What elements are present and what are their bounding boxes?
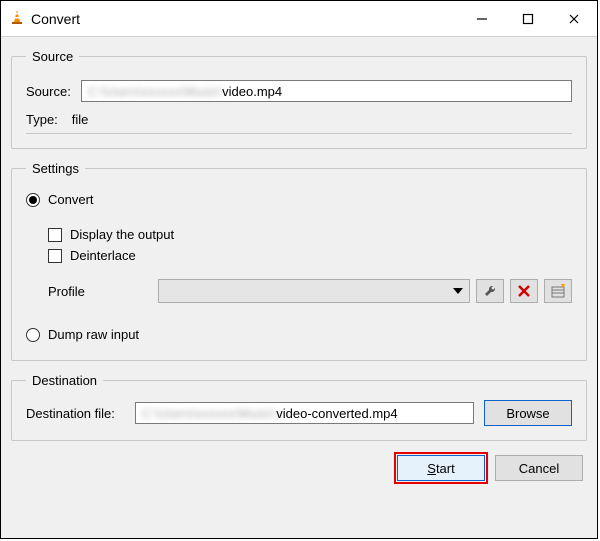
settings-group: Settings Convert Display the output Dein… [11,161,587,361]
browse-button[interactable]: Browse [484,400,572,426]
edit-profile-button[interactable] [476,279,504,303]
deinterlace-label: Deinterlace [70,248,136,263]
checkbox-icon [48,228,62,242]
source-group: Source Source: C:\Users\xxxxxx\Music\ vi… [11,49,587,149]
destination-input[interactable]: C:\Users\xxxxxx\Music\ video-converted.m… [135,402,474,424]
source-legend: Source [26,49,79,64]
display-output-checkbox[interactable]: Display the output [48,227,572,242]
source-label: Source: [26,84,71,99]
cancel-button[interactable]: Cancel [495,455,583,481]
profile-combobox[interactable] [158,279,470,303]
convert-dialog: Convert Source Source: C:\Users\xxxxxx\M… [0,0,598,539]
maximize-button[interactable] [505,1,551,37]
type-value: file [72,112,89,127]
checkbox-icon [48,249,62,263]
convert-radio-label: Convert [48,192,94,207]
source-path-masked: C:\Users\xxxxxx\Music\ [88,84,222,99]
convert-radio[interactable]: Convert [26,192,572,207]
display-output-label: Display the output [70,227,174,242]
titlebar: Convert [1,1,597,37]
type-label: Type: [26,112,58,127]
dump-raw-label: Dump raw input [48,327,139,342]
chevron-down-icon [453,286,463,296]
source-input[interactable]: C:\Users\xxxxxx\Music\ video.mp4 [81,80,572,102]
radio-circle-icon [26,193,40,207]
radio-circle-icon [26,328,40,342]
new-profile-button[interactable] [544,279,572,303]
destination-path-masked: C:\Users\xxxxxx\Music\ [142,406,276,421]
client-area: Source Source: C:\Users\xxxxxx\Music\ vi… [1,37,597,538]
wrench-icon [483,284,497,298]
dialog-footer: Start Cancel [11,449,587,483]
new-profile-icon [551,284,565,298]
deinterlace-checkbox[interactable]: Deinterlace [48,248,572,263]
profile-label: Profile [48,284,158,299]
cancel-button-label: Cancel [519,461,559,476]
start-button[interactable]: Start [397,455,485,481]
destination-group: Destination Destination file: C:\Users\x… [11,373,587,441]
close-button[interactable] [551,1,597,37]
dump-raw-radio[interactable]: Dump raw input [26,327,572,342]
destination-path-visible: video-converted.mp4 [276,406,397,421]
minimize-button[interactable] [459,1,505,37]
delete-profile-button[interactable] [510,279,538,303]
x-icon [518,285,530,297]
destination-label: Destination file: [26,406,115,421]
vlc-cone-icon [9,9,25,28]
source-path-visible: video.mp4 [222,84,282,99]
start-button-label: Start [427,461,454,476]
window-title: Convert [25,11,459,27]
browse-button-label: Browse [506,406,549,421]
settings-legend: Settings [26,161,85,176]
destination-legend: Destination [26,373,103,388]
